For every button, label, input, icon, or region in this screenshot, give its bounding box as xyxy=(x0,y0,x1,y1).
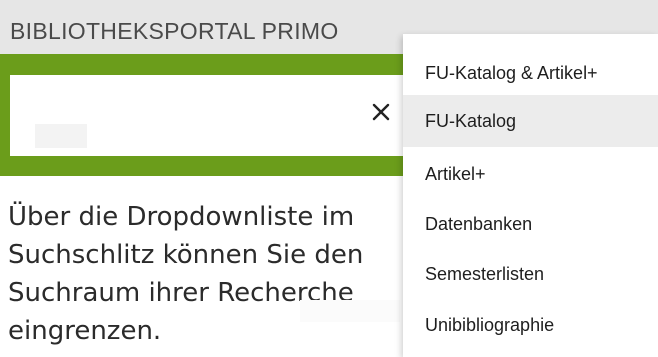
input-placeholder-block xyxy=(35,124,87,148)
search-bar xyxy=(0,54,415,176)
background-block xyxy=(300,300,400,322)
page: BIBLIOTHEKSPORTAL PRIMO Über die Dropdow… xyxy=(0,0,658,357)
scope-option-artikel[interactable]: Artikel+ xyxy=(403,148,658,200)
scope-option-fu-katalog-artikel[interactable]: FU-Katalog & Artikel+ xyxy=(403,47,658,99)
search-scope-dropdown: FU-Katalog & Artikel+ FU-Katalog Artikel… xyxy=(403,34,658,357)
scope-option-datenbanken[interactable]: Datenbanken xyxy=(403,198,658,250)
scope-option-fu-katalog[interactable]: FU-Katalog xyxy=(403,95,658,147)
help-text: Über die Dropdownliste im Suchschlitz kö… xyxy=(8,202,364,346)
scope-option-semesterlisten[interactable]: Semesterlisten xyxy=(403,248,658,300)
close-icon[interactable] xyxy=(371,102,391,122)
scope-option-unibibliographie[interactable]: Unibibliographie xyxy=(403,299,658,351)
portal-title: BIBLIOTHEKSPORTAL PRIMO xyxy=(10,18,339,44)
